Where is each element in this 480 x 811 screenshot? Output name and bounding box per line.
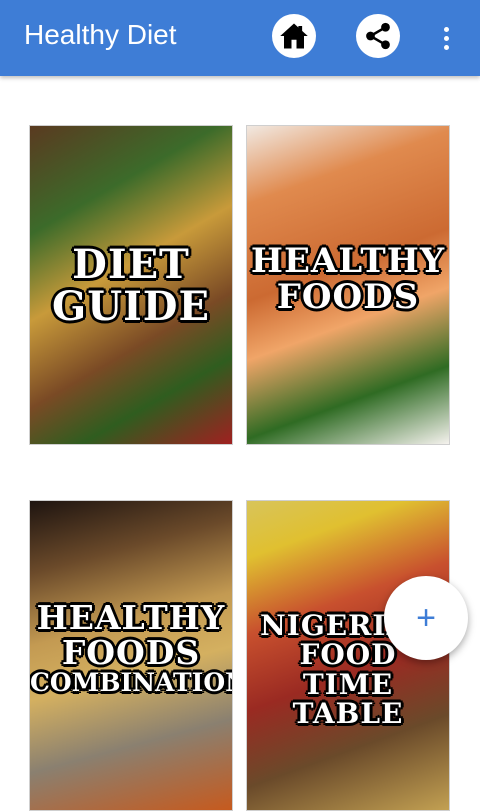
share-button[interactable] (356, 14, 400, 58)
caption-line: DIET (72, 241, 190, 288)
tile-healthy-foods[interactable]: HEALTHY FOODS (246, 125, 450, 445)
caption-line: HEALTHY (250, 241, 446, 281)
add-icon: + (416, 598, 436, 637)
tile-caption: DIET GUIDE (30, 244, 232, 328)
caption-line: FOODS (61, 632, 201, 672)
add-button[interactable]: + (384, 576, 468, 660)
tile-diet-guide[interactable]: DIET GUIDE (29, 125, 233, 445)
caption-line: GUIDE (52, 283, 210, 330)
caption-line: FOODS (276, 276, 420, 317)
home-button[interactable] (272, 14, 316, 58)
tile-caption: HEALTHY FOODS COMBINATION (30, 598, 233, 698)
more-vertical-icon (443, 26, 449, 32)
tile-healthy-foods-combination[interactable]: HEALTHY FOODS COMBINATION (29, 500, 233, 811)
app-bar: Healthy Diet (0, 0, 480, 76)
more-dot (443, 44, 449, 50)
app-title: Healthy Diet (24, 19, 177, 50)
tile-caption: HEALTHY FOODS (247, 241, 449, 317)
more-dot (443, 35, 449, 41)
caption-line: TIME TABLE (292, 667, 404, 731)
caption-line: COMBINATION (30, 668, 233, 698)
more-options-button[interactable] (434, 18, 458, 58)
share-icon (366, 22, 390, 50)
caption-line: HEALTHY (36, 598, 226, 637)
home-icon (280, 23, 308, 49)
